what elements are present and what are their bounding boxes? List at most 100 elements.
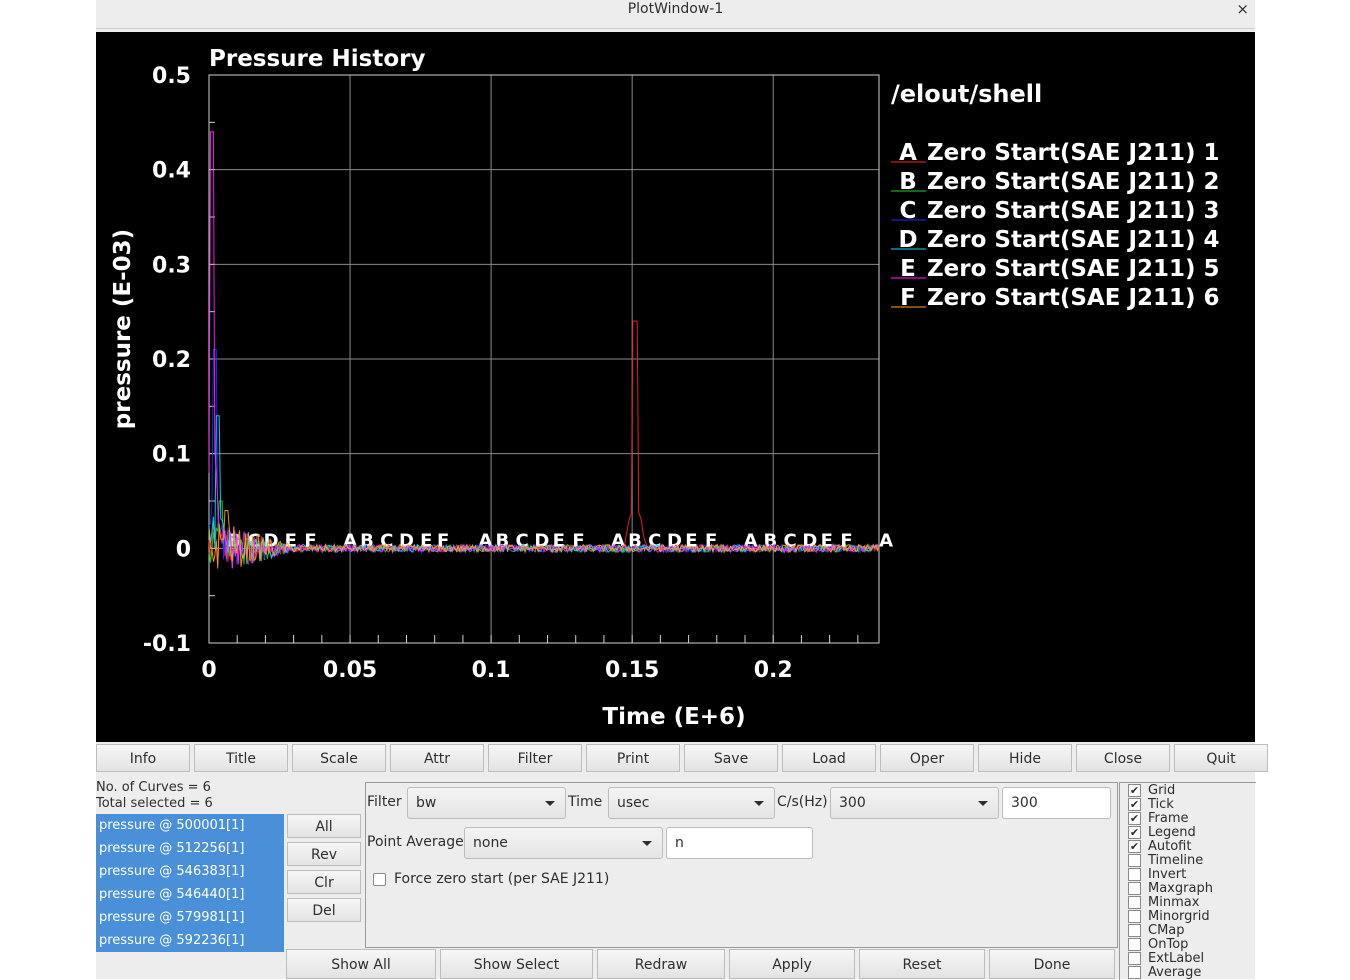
pressure-chart: 0 0.05 0.1 0.15 0.2 -0.1 0 0.1 0.2 0.3 0.4 0.5 Press… bbox=[110, 46, 1220, 730]
option-autofit[interactable]: ✔ Autofit bbox=[1120, 840, 1256, 854]
average-checkbox[interactable] bbox=[1128, 966, 1141, 979]
cmap-checkbox[interactable] bbox=[1128, 924, 1141, 937]
minmax-checkbox[interactable] bbox=[1128, 896, 1141, 909]
legend-entry: Zero Start(SAE J211) 3 bbox=[927, 198, 1220, 224]
curve-info: No. of Curves = 6 Total selected = 6 bbox=[96, 780, 366, 812]
average-label: Average bbox=[1148, 965, 1202, 980]
x-tick-label: 0.15 bbox=[605, 658, 659, 683]
option-average[interactable]: Average bbox=[1120, 966, 1256, 980]
filter-button[interactable]: Filter bbox=[488, 744, 582, 772]
option-minorgrid[interactable]: Minorgrid bbox=[1120, 910, 1256, 924]
timeline-checkbox[interactable] bbox=[1128, 854, 1141, 867]
del-button[interactable]: Del bbox=[287, 898, 361, 922]
chevron-down-icon bbox=[642, 841, 652, 846]
load-button[interactable]: Load bbox=[782, 744, 876, 772]
invert-checkbox[interactable] bbox=[1128, 868, 1141, 881]
info-button[interactable]: Info bbox=[96, 744, 190, 772]
series-marker-label: A bbox=[879, 530, 893, 551]
option-ontop[interactable]: OnTop bbox=[1120, 938, 1256, 952]
autofit-checkbox[interactable]: ✔ bbox=[1128, 840, 1141, 853]
legend-marker: E bbox=[900, 256, 916, 282]
option-cmap[interactable]: CMap bbox=[1120, 924, 1256, 938]
curve-count: No. of Curves = 6 bbox=[96, 780, 211, 795]
all-button[interactable]: All bbox=[287, 814, 361, 838]
time-label: Time bbox=[568, 794, 603, 810]
close-icon[interactable]: × bbox=[1236, 0, 1249, 18]
time-value: usec bbox=[617, 795, 650, 811]
y-axis-label: pressure (E-03) bbox=[110, 229, 136, 429]
option-extlabel[interactable]: ExtLabel bbox=[1120, 952, 1256, 966]
curve-list-item[interactable]: pressure @ 546440[1] bbox=[96, 883, 284, 906]
filter-panel: Filter bw Time usec C/s(Hz) 300 300 Poin… bbox=[365, 782, 1118, 948]
option-minmax[interactable]: Minmax bbox=[1120, 896, 1256, 910]
plot-window: PlotWindow-1 × 0 0.05 0.1 0.15 0.2 -0.1 0 0.1 0.… bbox=[96, 0, 1268, 980]
point-average-input[interactable]: n bbox=[666, 827, 813, 859]
option-timeline[interactable]: Timeline bbox=[1120, 854, 1256, 868]
maxgraph-checkbox[interactable] bbox=[1128, 882, 1141, 895]
quit-button[interactable]: Quit bbox=[1174, 744, 1268, 772]
minorgrid-label: Minorgrid bbox=[1148, 909, 1210, 924]
rev-button[interactable]: Rev bbox=[287, 842, 361, 866]
curve-list-item[interactable]: pressure @ 512256[1] bbox=[96, 837, 284, 860]
y-tick-label: 0.1 bbox=[152, 443, 191, 468]
tick-checkbox[interactable]: ✔ bbox=[1128, 798, 1141, 811]
curve-list[interactable]: pressure @ 500001[1] pressure @ 512256[1]… bbox=[96, 814, 284, 952]
clr-button[interactable]: Clr bbox=[287, 870, 361, 894]
option-tick[interactable]: ✔ Tick bbox=[1120, 798, 1256, 812]
cmap-label: CMap bbox=[1148, 923, 1185, 938]
option-legend[interactable]: ✔ Legend bbox=[1120, 826, 1256, 840]
legend-marker: A bbox=[899, 140, 917, 166]
force-zero-checkbox[interactable] bbox=[373, 873, 386, 886]
bottom-toolbar: Show All Show Select Redraw Apply Reset Done bbox=[286, 949, 1226, 979]
legend-checkbox[interactable]: ✔ bbox=[1128, 826, 1141, 839]
filter-select[interactable]: bw bbox=[407, 787, 566, 819]
series-marker-label: E bbox=[285, 530, 297, 551]
cs-select[interactable]: 300 bbox=[830, 787, 999, 819]
frame-checkbox[interactable]: ✔ bbox=[1128, 812, 1141, 825]
apply-button[interactable]: Apply bbox=[729, 949, 855, 979]
cs-input[interactable]: 300 bbox=[1002, 787, 1111, 819]
curve-list-item[interactable]: pressure @ 500001[1] bbox=[96, 814, 284, 837]
save-button[interactable]: Save bbox=[684, 744, 778, 772]
x-tick-label: 0.2 bbox=[754, 658, 793, 683]
curve-list-item[interactable]: pressure @ 592236[1] bbox=[96, 929, 284, 952]
reset-button[interactable]: Reset bbox=[859, 949, 985, 979]
option-maxgraph[interactable]: Maxgraph bbox=[1120, 882, 1256, 896]
print-button[interactable]: Print bbox=[586, 744, 680, 772]
ontop-checkbox[interactable] bbox=[1128, 938, 1141, 951]
grid-checkbox[interactable]: ✔ bbox=[1128, 784, 1141, 797]
attr-button[interactable]: Attr bbox=[390, 744, 484, 772]
x-tick-label: 0 bbox=[201, 658, 216, 683]
option-grid[interactable]: ✔ Grid bbox=[1120, 784, 1256, 798]
curve-list-item[interactable]: pressure @ 546383[1] bbox=[96, 860, 284, 883]
redraw-button[interactable]: Redraw bbox=[597, 949, 725, 979]
cs-value: 300 bbox=[839, 795, 866, 811]
extlabel-checkbox[interactable] bbox=[1128, 952, 1141, 965]
minorgrid-checkbox[interactable] bbox=[1128, 910, 1141, 923]
title-button[interactable]: Title bbox=[194, 744, 288, 772]
legend-marker: D bbox=[898, 227, 917, 253]
hide-button[interactable]: Hide bbox=[978, 744, 1072, 772]
show-all-button[interactable]: Show All bbox=[286, 949, 436, 979]
legend-marker: B bbox=[899, 169, 917, 195]
time-select[interactable]: usec bbox=[608, 787, 775, 819]
close-button[interactable]: Close bbox=[1076, 744, 1170, 772]
extlabel-label: ExtLabel bbox=[1148, 951, 1205, 966]
oper-button[interactable]: Oper bbox=[880, 744, 974, 772]
scale-button[interactable]: Scale bbox=[292, 744, 386, 772]
show-select-button[interactable]: Show Select bbox=[440, 949, 593, 979]
point-average-label: Point Average bbox=[367, 834, 464, 850]
series-marker-label: F bbox=[705, 530, 717, 551]
option-invert[interactable]: Invert bbox=[1120, 868, 1256, 882]
curve-list-item[interactable]: pressure @ 579981[1] bbox=[96, 906, 284, 929]
legend-entry: Zero Start(SAE J211) 5 bbox=[927, 256, 1220, 282]
plot-area: 0 0.05 0.1 0.15 0.2 -0.1 0 0.1 0.2 0.3 0.4 0.5 Press… bbox=[96, 32, 1255, 742]
option-frame[interactable]: ✔ Frame bbox=[1120, 812, 1256, 826]
y-tick-label: 0.2 bbox=[152, 348, 191, 373]
frame-label: Frame bbox=[1148, 811, 1189, 826]
done-button[interactable]: Done bbox=[989, 949, 1115, 979]
point-average-select[interactable]: none bbox=[464, 827, 663, 859]
maxgraph-label: Maxgraph bbox=[1148, 881, 1213, 896]
series-marker-label: F bbox=[437, 530, 449, 551]
x-tick-label: 0.05 bbox=[323, 658, 377, 683]
